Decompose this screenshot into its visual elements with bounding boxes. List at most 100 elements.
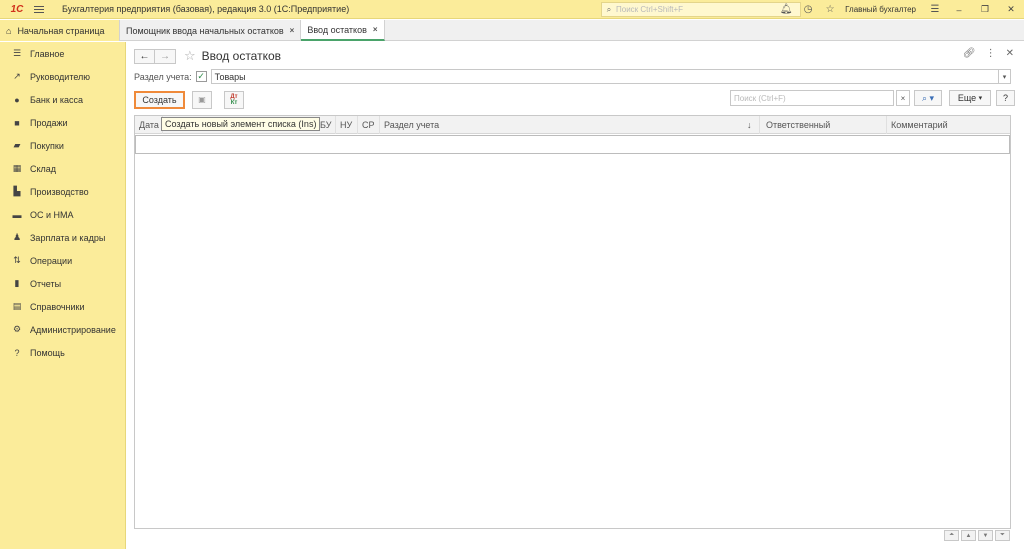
filter-checkbox[interactable]: ✓ (195, 71, 207, 82)
scroll-top-icon[interactable]: ⏶ (944, 530, 959, 541)
more-button[interactable]: Еще ▾ (949, 90, 991, 106)
sidebar-item-sales[interactable]: ■ Продажи (0, 111, 125, 134)
checkmark-icon: ✓ (197, 71, 205, 81)
title-bar: 1С Бухгалтерия предприятия (базовая), ре… (0, 0, 1024, 19)
link-icon[interactable]: 🔗︎ (963, 48, 976, 59)
dtkt-icon: ⇅ (13, 255, 21, 265)
kt-icon: Кт (230, 99, 238, 106)
form-actions: 🔗︎ ⋮ ✕ (963, 48, 1014, 59)
app-logo-icon[interactable]: 1С (6, 0, 28, 19)
list-search-input[interactable]: Поиск (Ctrl+F) (730, 90, 894, 106)
sidebar-item-label: ОС и НМА (30, 209, 74, 220)
minimize-icon[interactable]: – (946, 0, 972, 19)
more-label: Еще (957, 93, 977, 103)
filter-label: Раздел учета: (134, 71, 192, 82)
book-icon: ▤ (12, 301, 22, 311)
copy-button[interactable]: ▣ (192, 90, 212, 109)
coin-icon: ● (14, 94, 20, 105)
sidebar-item-help[interactable]: ? Помощь (0, 341, 125, 364)
global-search-input[interactable]: ⌕ Поиск Ctrl+Shift+F (601, 2, 801, 17)
form-header: ← → ☆ Ввод остатков (134, 47, 281, 65)
close-tab-icon[interactable]: × (373, 25, 378, 34)
scroll-up-icon[interactable]: ▲ (961, 530, 976, 541)
sidebar-item-main[interactable]: ☰ Главное (0, 42, 125, 65)
sidebar-item-label: Руководителю (30, 71, 91, 82)
user-name[interactable]: Главный бухгалтер (845, 5, 916, 14)
sidebar-item-warehouse[interactable]: ▦ Склад (0, 157, 125, 180)
search-icon: ⌕ ▾ (921, 92, 935, 103)
sidebar-item-label: Справочники (30, 301, 85, 312)
scroll-bottom-icon[interactable]: ⏷ (995, 530, 1010, 541)
bell-icon[interactable]: 🔔︎ (775, 0, 797, 19)
favorites-star-icon[interactable]: ☆ (819, 0, 841, 19)
sidebar-item-label: Операции (30, 255, 73, 266)
create-tooltip: Создать новый элемент списка (Ins) (161, 117, 321, 131)
sidebar-item-label: Главное (30, 48, 65, 59)
person-icon: ♟ (12, 232, 22, 242)
search-icon: ⌕ (606, 4, 612, 14)
sidebar-item-purchases[interactable]: ▰ Покупки (0, 134, 125, 157)
bag-icon: ■ (14, 117, 20, 128)
warehouse-icon: ▦ (12, 163, 22, 173)
sidebar-item-manager[interactable]: ↗ Руководителю (0, 65, 125, 88)
tab-bar: ⌂ Начальная страница Помощник ввода нача… (0, 20, 1024, 41)
column-accounting-section[interactable]: Раздел учета (380, 116, 760, 134)
truck-icon: ▬ (12, 209, 22, 220)
app-title: Бухгалтерия предприятия (базовая), редак… (62, 4, 350, 14)
tab-balances-entry[interactable]: Ввод остатков × (301, 20, 385, 41)
sidebar-item-label: Продажи (30, 117, 68, 128)
tab-home[interactable]: ⌂ Начальная страница (0, 20, 120, 41)
sidebar-item-label: Зарплата и кадры (30, 232, 106, 243)
close-form-icon[interactable]: ✕ (1006, 48, 1014, 59)
clear-search-icon[interactable]: × (896, 90, 910, 106)
sidebar-item-reports[interactable]: ▮ Отчеты (0, 272, 125, 295)
column-comment[interactable]: Комментарий (887, 116, 1010, 134)
help-button[interactable]: ? (996, 90, 1015, 106)
tab-opening-balances-assistant[interactable]: Помощник ввода начальных остатков × (120, 20, 302, 41)
postings-button[interactable]: Дт Кт (224, 90, 244, 109)
column-responsible[interactable]: Ответственный (762, 116, 887, 134)
sidebar-item-label: Банк и касса (30, 94, 83, 105)
history-icon[interactable]: ◷ (797, 0, 819, 19)
tab-label: Ввод остатков (307, 24, 367, 35)
help-icon: ? (14, 347, 20, 358)
column-nu[interactable]: НУ (336, 116, 358, 134)
sidebar-item-admin[interactable]: ⚙ Администрирование (0, 318, 125, 341)
sidebar-item-assets[interactable]: ▬ ОС и НМА (0, 203, 125, 226)
gear-icon: ⚙ (12, 324, 22, 334)
favorite-star-icon[interactable]: ☆ (184, 48, 196, 64)
search-button[interactable]: ⌕ ▾ (914, 90, 942, 106)
sidebar-item-label: Производство (30, 186, 89, 197)
restore-icon[interactable]: ❐ (972, 0, 998, 19)
create-button[interactable]: Создать (134, 90, 185, 109)
chart-icon: ▮ (14, 278, 20, 288)
chevron-down-icon: ▾ (978, 95, 983, 102)
sidebar-item-bank[interactable]: ● Банк и касса (0, 88, 125, 111)
copy-icon: ▣ (198, 95, 206, 104)
global-search-placeholder: Поиск Ctrl+Shift+F (616, 5, 684, 14)
settings-menu-icon[interactable]: ☰ (924, 0, 946, 19)
sidebar-item-production[interactable]: ▙ Производство (0, 180, 125, 203)
close-window-icon[interactable]: ✕ (998, 0, 1024, 19)
dropdown-arrow-icon[interactable]: ▾ (999, 69, 1011, 84)
main-menu-icon[interactable] (34, 0, 50, 19)
sidebar-item-salary[interactable]: ♟ Зарплата и кадры (0, 226, 125, 249)
sidebar-item-operations[interactable]: ⇅ Операции (0, 249, 125, 272)
close-tab-icon[interactable]: × (290, 26, 295, 35)
sidebar-item-label: Покупки (30, 140, 64, 151)
scroll-buttons: ⏶ ▲ ▼ ⏷ (944, 530, 1010, 541)
filter-value-field[interactable]: Товары (210, 69, 999, 84)
column-sr[interactable]: СР (358, 116, 380, 134)
trend-icon: ↗ (13, 71, 21, 81)
scroll-down-icon[interactable]: ▼ (978, 530, 993, 541)
sidebar: ☰ Главное ↗ Руководителю ● Банк и касса ■ Пр… (0, 42, 126, 549)
sidebar-item-directories[interactable]: ▤ Справочники (0, 295, 125, 318)
table-row[interactable] (135, 135, 1010, 154)
more-vert-icon[interactable]: ⋮ (986, 48, 996, 59)
back-button[interactable]: ← (134, 48, 155, 64)
arrow-right-icon: → (160, 50, 170, 62)
column-date[interactable]: Дата (135, 116, 163, 134)
forward-button[interactable]: → (155, 48, 176, 64)
home-icon: ⌂ (6, 25, 12, 36)
sidebar-item-label: Отчеты (30, 278, 62, 289)
